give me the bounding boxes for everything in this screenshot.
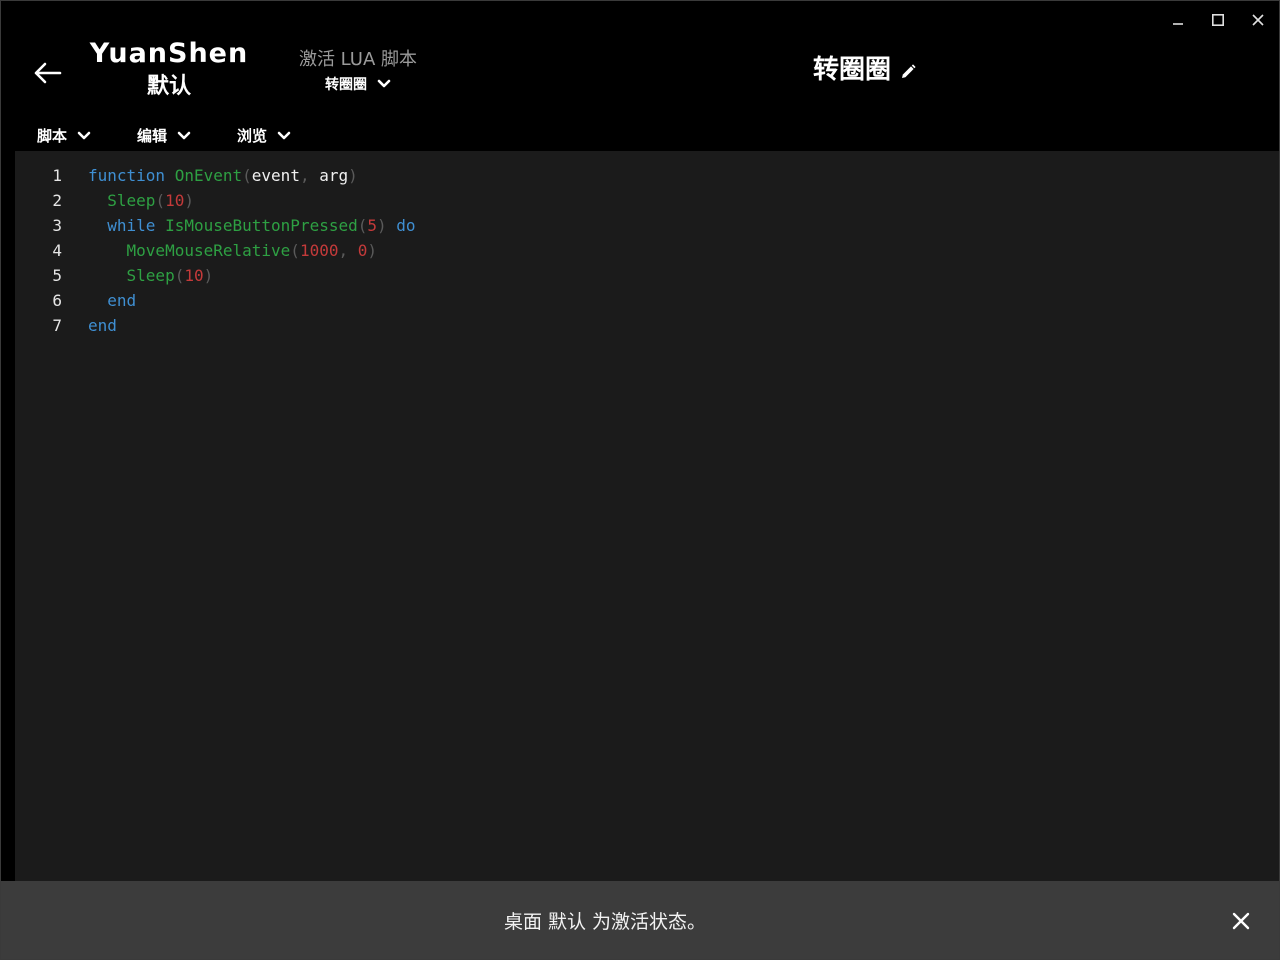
function-token: MoveMouseRelative <box>126 241 291 260</box>
line-content[interactable]: Sleep(10) <box>88 263 214 288</box>
code-line: 2 Sleep(10) <box>15 188 1279 213</box>
chevron-down-icon <box>77 131 91 139</box>
punctuation-token: ) <box>377 216 387 235</box>
window-controls <box>1167 9 1269 31</box>
chevron-down-icon <box>277 131 291 139</box>
keyword-token: while <box>107 216 156 235</box>
punctuation-token: ) <box>367 241 378 260</box>
code-line: 6 end <box>15 288 1279 313</box>
keyword-token: do <box>396 216 416 235</box>
punctuation-token: ( <box>290 241 300 260</box>
menu-bar: 脚本 编辑 浏览 <box>25 123 295 148</box>
profile-name: YuanShen <box>89 38 249 69</box>
line-number: 5 <box>52 266 62 285</box>
back-button[interactable] <box>29 57 65 89</box>
number-token: 0 <box>357 241 368 260</box>
identifier-token: arg <box>319 166 349 185</box>
line-number: 1 <box>52 166 62 185</box>
menu-view[interactable]: 浏览 <box>225 123 295 148</box>
close-icon[interactable] <box>1247 9 1269 31</box>
profile-header: YuanShen 默认 <box>89 37 249 103</box>
punctuation-token: , <box>299 166 310 185</box>
activate-script-section: 激活 LUA 脚本 转圈圈 <box>291 47 425 94</box>
punctuation-token: , <box>338 241 349 260</box>
menu-script[interactable]: 脚本 <box>25 123 95 148</box>
activate-script-label: 激活 LUA 脚本 <box>298 49 418 70</box>
close-icon <box>1232 912 1250 930</box>
line-content[interactable]: while IsMouseButtonPressed(5) do <box>88 213 416 238</box>
line-content[interactable]: end <box>88 313 117 338</box>
punctuation-token: ) <box>348 166 358 185</box>
menu-edit[interactable]: 编辑 <box>125 123 195 148</box>
number-token: 1000 <box>299 241 339 260</box>
notification-close-button[interactable] <box>1229 909 1253 933</box>
function-token: IsMouseButtonPressed <box>165 216 358 235</box>
code-lines: 1 function OnEvent(event, arg) 2 Sleep(1… <box>15 163 1279 338</box>
line-content[interactable]: Sleep(10) <box>88 188 194 213</box>
function-token: OnEvent <box>174 166 243 185</box>
punctuation-token: ( <box>174 266 185 285</box>
line-content[interactable]: function OnEvent(event, arg) <box>88 163 358 188</box>
line-number: 3 <box>52 216 62 235</box>
identifier-token: event <box>251 166 300 185</box>
code-line: 5 Sleep(10) <box>15 263 1279 288</box>
keyword-token: end <box>88 316 117 335</box>
script-title: 转圈圈 <box>813 53 917 87</box>
maximize-icon[interactable] <box>1207 9 1229 31</box>
code-line: 7 end <box>15 313 1279 338</box>
pencil-icon <box>902 64 916 78</box>
number-token: 10 <box>165 191 185 210</box>
chevron-down-icon <box>177 131 191 139</box>
punctuation-token: ( <box>242 166 252 185</box>
line-number: 6 <box>52 291 62 310</box>
code-editor[interactable]: 1 function OnEvent(event, arg) 2 Sleep(1… <box>15 151 1279 881</box>
keyword-token: end <box>107 291 137 310</box>
punctuation-token: ( <box>155 191 166 210</box>
function-token: Sleep <box>107 191 156 210</box>
menu-edit-label: 编辑 <box>137 127 168 145</box>
line-content[interactable]: MoveMouseRelative(1000, 0) <box>88 238 378 263</box>
line-number: 2 <box>52 191 62 210</box>
line-number: 4 <box>52 241 62 260</box>
number-token: 5 <box>367 216 378 235</box>
activate-script-dropdown[interactable]: 转圈圈 <box>325 74 391 94</box>
script-title-text: 转圈圈 <box>813 55 892 85</box>
menu-view-label: 浏览 <box>237 127 268 145</box>
punctuation-token: ) <box>184 191 194 210</box>
menu-script-label: 脚本 <box>37 127 68 145</box>
app-window: YuanShen 默认 激活 LUA 脚本 转圈圈 转圈圈 脚本 编辑 浏览 1… <box>0 0 1280 960</box>
arrow-left-icon <box>34 62 62 84</box>
activate-script-value: 转圈圈 <box>325 77 367 93</box>
number-token: 10 <box>184 266 204 285</box>
profile-mode: 默认 <box>146 74 191 99</box>
punctuation-token: ( <box>357 216 368 235</box>
keyword-token: function <box>88 166 166 185</box>
notification-text: 桌面 默认 为激活状态。 <box>503 911 707 933</box>
chevron-down-icon <box>377 79 391 88</box>
punctuation-token: ) <box>203 266 214 285</box>
code-line: 3 while IsMouseButtonPressed(5) do <box>15 213 1279 238</box>
minimize-icon[interactable] <box>1167 9 1189 31</box>
line-number: 7 <box>52 316 62 335</box>
function-token: Sleep <box>126 266 175 285</box>
edit-title-button[interactable] <box>899 63 917 81</box>
code-line: 4 MoveMouseRelative(1000, 0) <box>15 238 1279 263</box>
code-line: 1 function OnEvent(event, arg) <box>15 163 1279 188</box>
line-content[interactable]: end <box>88 288 136 313</box>
notification-bar: 桌面 默认 为激活状态。 <box>1 881 1279 959</box>
